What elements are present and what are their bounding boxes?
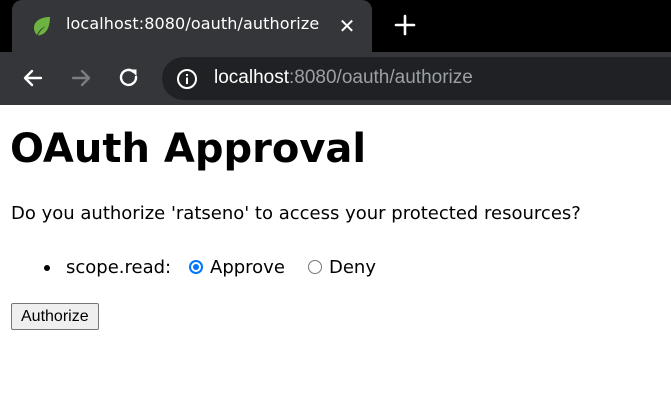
close-tab-icon[interactable]: ✕ [336,15,358,37]
page-title: OAuth Approval [10,126,367,172]
browser-tab[interactable]: localhost:8080/oauth/authorize ✕ [12,0,372,52]
address-bar[interactable]: localhost:8080/oauth/authorize [162,57,671,100]
info-icon[interactable] [176,68,198,90]
spring-leaf-icon [30,14,54,38]
back-arrow-icon[interactable] [20,65,46,91]
url-path: :8080/oauth/authorize [289,67,473,88]
reload-icon[interactable] [116,65,142,91]
new-tab-plus-icon[interactable] [392,12,418,38]
scope-name: scope.read: [66,257,172,278]
deny-label[interactable]: Deny [329,257,376,278]
approve-label[interactable]: Approve [210,257,285,278]
deny-radio[interactable] [308,260,322,274]
tab-title: localhost:8080/oauth/authorize [66,14,320,33]
authorization-question: Do you authorize 'ratseno' to access you… [11,203,581,224]
approve-radio[interactable] [189,260,203,274]
list-bullet [44,265,50,271]
authorize-button[interactable]: Authorize [11,303,99,330]
url-host: localhost [214,67,289,88]
url-text[interactable]: localhost:8080/oauth/authorize [214,67,473,89]
page-content: OAuth Approval Do you authorize 'ratseno… [0,105,671,415]
browser-toolbar: localhost:8080/oauth/authorize [0,52,671,105]
forward-arrow-icon[interactable] [68,65,94,91]
browser-tab-strip: localhost:8080/oauth/authorize ✕ [0,0,671,52]
